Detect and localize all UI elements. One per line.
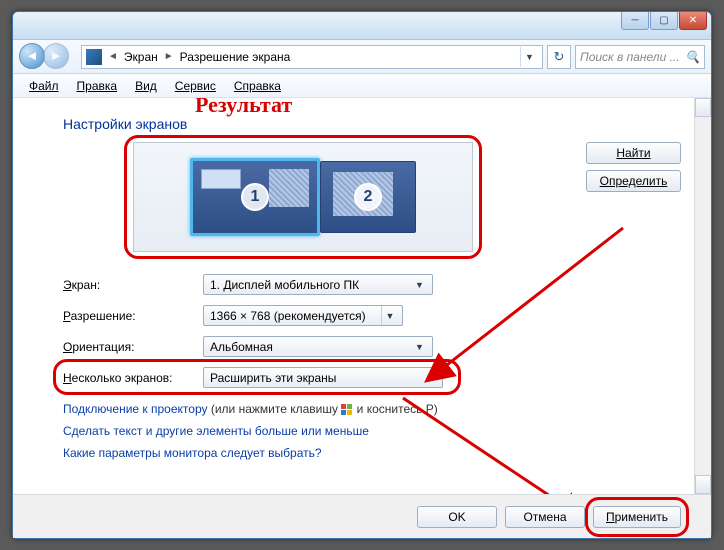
minimize-button[interactable]: ─ <box>621 12 649 30</box>
projector-link[interactable]: Подключение к проектору (или нажмите кла… <box>63 402 553 416</box>
chevron-left-icon: ◄ <box>108 51 118 62</box>
menubar: Файл Правка Вид Сервис Справка <box>13 74 711 98</box>
menu-view[interactable]: Вид <box>127 77 165 95</box>
cancel-button[interactable]: Отмена <box>505 506 585 528</box>
chevron-down-icon: ▼ <box>421 368 438 387</box>
page-title: Настройки экранов <box>63 116 681 132</box>
refresh-button[interactable]: ↻ <box>547 45 571 69</box>
breadcrumb-dropdown[interactable]: ▼ <box>520 47 538 67</box>
chevron-right-icon: ► <box>164 51 174 62</box>
navbar: ◄ ► ◄ Экран ► Разрешение экрана ▼ ↻ Поис… <box>13 40 711 74</box>
text-size-link[interactable]: Сделать текст и другие элементы больше и… <box>63 424 553 438</box>
footer: OK Отмена Применить <box>13 494 711 538</box>
search-icon: 🔍 <box>685 50 700 64</box>
apply-button[interactable]: Применить <box>593 506 681 528</box>
forward-button[interactable]: ► <box>43 43 69 69</box>
monitor-params-link[interactable]: Какие параметры монитора следует выбрать… <box>63 446 553 460</box>
monitor-2[interactable]: 2 <box>320 161 416 233</box>
screen-dropdown[interactable]: 1. Дисплей мобильного ПК ▼ <box>203 274 433 295</box>
detect-button[interactable]: Определить <box>586 170 681 192</box>
control-panel-icon <box>86 49 102 65</box>
annotation-label: Результат <box>195 98 292 118</box>
orientation-dropdown[interactable]: Альбомная ▼ <box>203 336 433 357</box>
chevron-down-icon: ▼ <box>381 306 398 325</box>
orientation-label: Ориентация: <box>63 340 203 354</box>
multi-display-label: Несколько экранов: <box>63 371 203 385</box>
find-button[interactable]: Найти <box>586 142 681 164</box>
monitor-1[interactable]: 1 <box>190 158 320 236</box>
menu-tools[interactable]: Сервис <box>167 77 224 95</box>
titlebar: ─ ▢ ✕ <box>13 12 711 40</box>
back-button[interactable]: ◄ <box>19 43 45 69</box>
breadcrumb-item[interactable]: Разрешение экрана <box>180 50 291 64</box>
menu-help[interactable]: Справка <box>226 77 289 95</box>
chevron-down-icon: ▼ <box>411 337 428 356</box>
display-settings-window: ─ ▢ ✕ ◄ ► ◄ Экран ► Разрешение экрана ▼ … <box>12 11 712 539</box>
multi-display-dropdown[interactable]: Расширить эти экраны ▼ <box>203 367 443 388</box>
breadcrumb-item[interactable]: Экран <box>124 50 158 64</box>
screen-label: Экран: <box>63 278 203 292</box>
chevron-down-icon: ▼ <box>411 275 428 294</box>
menu-file[interactable]: Файл <box>21 77 67 95</box>
monitor-number: 1 <box>241 183 269 211</box>
ok-button[interactable]: OK <box>417 506 497 528</box>
maximize-button[interactable]: ▢ <box>650 12 678 30</box>
content-area: Настройки экранов 1 2 Найти Определить <box>13 98 711 494</box>
windows-key-icon <box>341 404 353 416</box>
resolution-label: Разрешение: <box>63 309 203 323</box>
menu-edit[interactable]: Правка <box>69 77 126 95</box>
search-placeholder: Поиск в панели ... <box>580 50 680 64</box>
monitor-number: 2 <box>354 183 382 211</box>
search-input[interactable]: Поиск в панели ... 🔍 <box>575 45 705 69</box>
scrollbar[interactable] <box>694 98 711 494</box>
monitor-preview[interactable]: 1 2 <box>133 142 473 252</box>
breadcrumb[interactable]: ◄ Экран ► Разрешение экрана ▼ <box>81 45 543 69</box>
close-button[interactable]: ✕ <box>679 12 707 30</box>
resolution-dropdown[interactable]: 1366 × 768 (рекомендуется) ▼ <box>203 305 403 326</box>
